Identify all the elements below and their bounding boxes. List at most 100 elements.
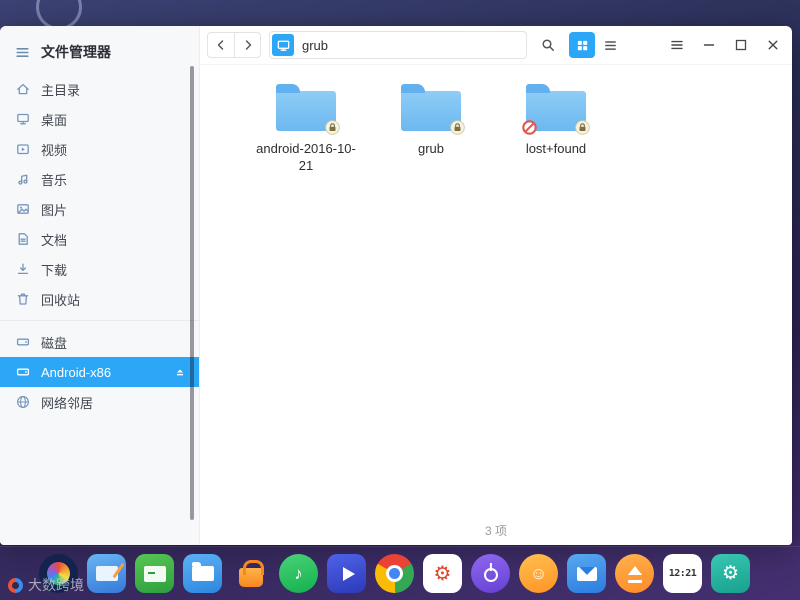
folder-icon	[522, 84, 590, 135]
dock-item-mail[interactable]	[567, 554, 606, 593]
sidebar-item-android-x86[interactable]: Android-x86	[0, 357, 199, 387]
eject-triangle-icon	[627, 566, 642, 575]
dock-item-boot-maker[interactable]	[615, 554, 654, 593]
play-icon	[342, 566, 355, 581]
search-button[interactable]	[535, 32, 561, 58]
dock-item-browser[interactable]	[375, 554, 414, 593]
close-button[interactable]	[761, 33, 785, 57]
browser-dot-icon	[389, 568, 400, 579]
sidebar-item-label: 回收站	[41, 292, 81, 308]
sidebar-item-label: 下载	[41, 262, 68, 278]
smiley-icon: ☺	[529, 564, 548, 583]
eject-bar-icon	[627, 580, 642, 583]
search-icon	[542, 39, 554, 51]
downloads-icon	[17, 263, 29, 275]
dock-item-toolbox[interactable]: ⚙	[711, 554, 750, 593]
computer-icon	[277, 40, 289, 51]
watermark-text: 大数跨境	[28, 577, 84, 593]
documents-icon	[18, 233, 28, 245]
file-item[interactable]: lost+found	[500, 77, 612, 175]
sidebar-scrollbar[interactable]	[190, 66, 194, 520]
sidebar-item-network[interactable]: 网络邻居	[0, 387, 199, 417]
screen-capture-icon	[95, 566, 118, 581]
grid-view-icon	[577, 40, 587, 50]
back-button[interactable]	[208, 33, 234, 57]
sidebar-item-home[interactable]: 主目录	[0, 74, 199, 104]
dock-item-movies[interactable]	[327, 554, 366, 593]
sidebar-item-label: 磁盘	[41, 335, 68, 351]
folder-icon	[276, 84, 340, 135]
disk-icon	[16, 368, 30, 376]
list-view-icon	[604, 40, 616, 50]
dock-item-control-center[interactable]: ⚙	[423, 554, 462, 593]
toolbar: grub	[200, 26, 792, 64]
forward-button[interactable]	[234, 33, 260, 57]
folder-icon	[401, 84, 465, 135]
sidebar-item-documents[interactable]: 文档	[0, 224, 199, 254]
dock-item-music[interactable]: ♪	[279, 554, 318, 593]
dock-item-clock[interactable]: 12:21	[663, 554, 702, 593]
hamburger-icon[interactable]	[14, 44, 31, 61]
sidebar-item-downloads[interactable]: 下载	[0, 254, 199, 284]
minimize-icon	[703, 44, 715, 46]
chevron-left-icon	[217, 40, 224, 50]
sidebar-item-videos[interactable]: 视频	[0, 134, 199, 164]
grid-view-button[interactable]	[569, 32, 595, 58]
file-view: android-2016-10-21 grub lost+found 3 项	[200, 64, 792, 545]
file-name: grub	[417, 141, 445, 156]
dock-item-support[interactable]: ☺	[519, 554, 558, 593]
sidebar-item-label: Android-x86	[41, 364, 112, 380]
clock-icon: 12:21	[668, 568, 697, 579]
videos-icon	[17, 144, 29, 155]
sidebar-item-music[interactable]: 音乐	[0, 164, 199, 194]
disk-icon	[16, 338, 30, 346]
sidebar-item-desktop[interactable]: 桌面	[0, 104, 199, 134]
pictures-icon	[17, 204, 29, 214]
sidebar-item-label: 音乐	[41, 172, 68, 188]
sidebar-item-label: 主目录	[41, 82, 81, 98]
sidebar-item-pictures[interactable]: 图片	[0, 194, 199, 224]
lock-badge-icon	[575, 120, 590, 135]
main-pane: grub android-2016-10-21 grub lost+found …	[200, 26, 792, 545]
sidebar-item-label: 桌面	[41, 112, 68, 128]
sidebar-item-disk[interactable]: 磁盘	[0, 327, 199, 357]
dock-item-terminal[interactable]	[135, 554, 174, 593]
sidebar-item-trash[interactable]: 回收站	[0, 284, 199, 314]
envelope-icon	[576, 566, 597, 581]
chevron-right-icon	[245, 40, 251, 50]
maximize-icon	[735, 39, 747, 51]
menu-icon	[671, 40, 683, 50]
dock-item-screen-capture[interactable]	[87, 554, 126, 593]
minimize-button[interactable]	[697, 33, 721, 57]
item-count: 3 项	[484, 523, 507, 538]
gear-icon: ⚙	[721, 563, 740, 584]
sidebar: 文件管理器 主目录 桌面 视频 音乐 图片 文档 下载 回收站 磁盘 Andro…	[0, 26, 200, 545]
app-title: 文件管理器	[41, 44, 111, 60]
dock-item-shutdown[interactable]	[471, 554, 510, 593]
gear-icon: ⚙	[433, 562, 452, 585]
music-icon	[18, 174, 28, 185]
maximize-button[interactable]	[729, 33, 753, 57]
window-menu-button[interactable]	[665, 33, 689, 57]
sidebar-item-label: 网络邻居	[41, 395, 94, 411]
list-view-button[interactable]	[597, 32, 623, 58]
lock-badge-icon	[450, 120, 465, 135]
file-item[interactable]: grub	[375, 77, 487, 175]
address-bar[interactable]: grub	[269, 31, 527, 59]
nav-button-group	[207, 32, 261, 58]
app-store-icon	[238, 559, 264, 587]
watermark: 大数跨境	[8, 575, 84, 595]
music-note-icon: ♪	[294, 564, 303, 583]
home-icon	[17, 83, 29, 95]
terminal-icon	[143, 565, 166, 582]
dock-item-file-manager[interactable]	[183, 554, 222, 593]
sidebar-item-label: 文档	[41, 232, 68, 248]
file-item[interactable]: android-2016-10-21	[250, 77, 362, 175]
sidebar-item-label: 视频	[41, 142, 68, 158]
file-name: android-2016-10-21	[256, 141, 356, 173]
dock: ♪ ⚙ ☺ 12:21 ⚙	[0, 546, 800, 600]
dock-item-app-store[interactable]	[231, 554, 270, 593]
file-manager-window: 文件管理器 主目录 桌面 视频 音乐 图片 文档 下载 回收站 磁盘 Andro…	[0, 26, 792, 545]
location-button[interactable]	[272, 34, 294, 56]
eject-icon[interactable]	[173, 365, 187, 379]
